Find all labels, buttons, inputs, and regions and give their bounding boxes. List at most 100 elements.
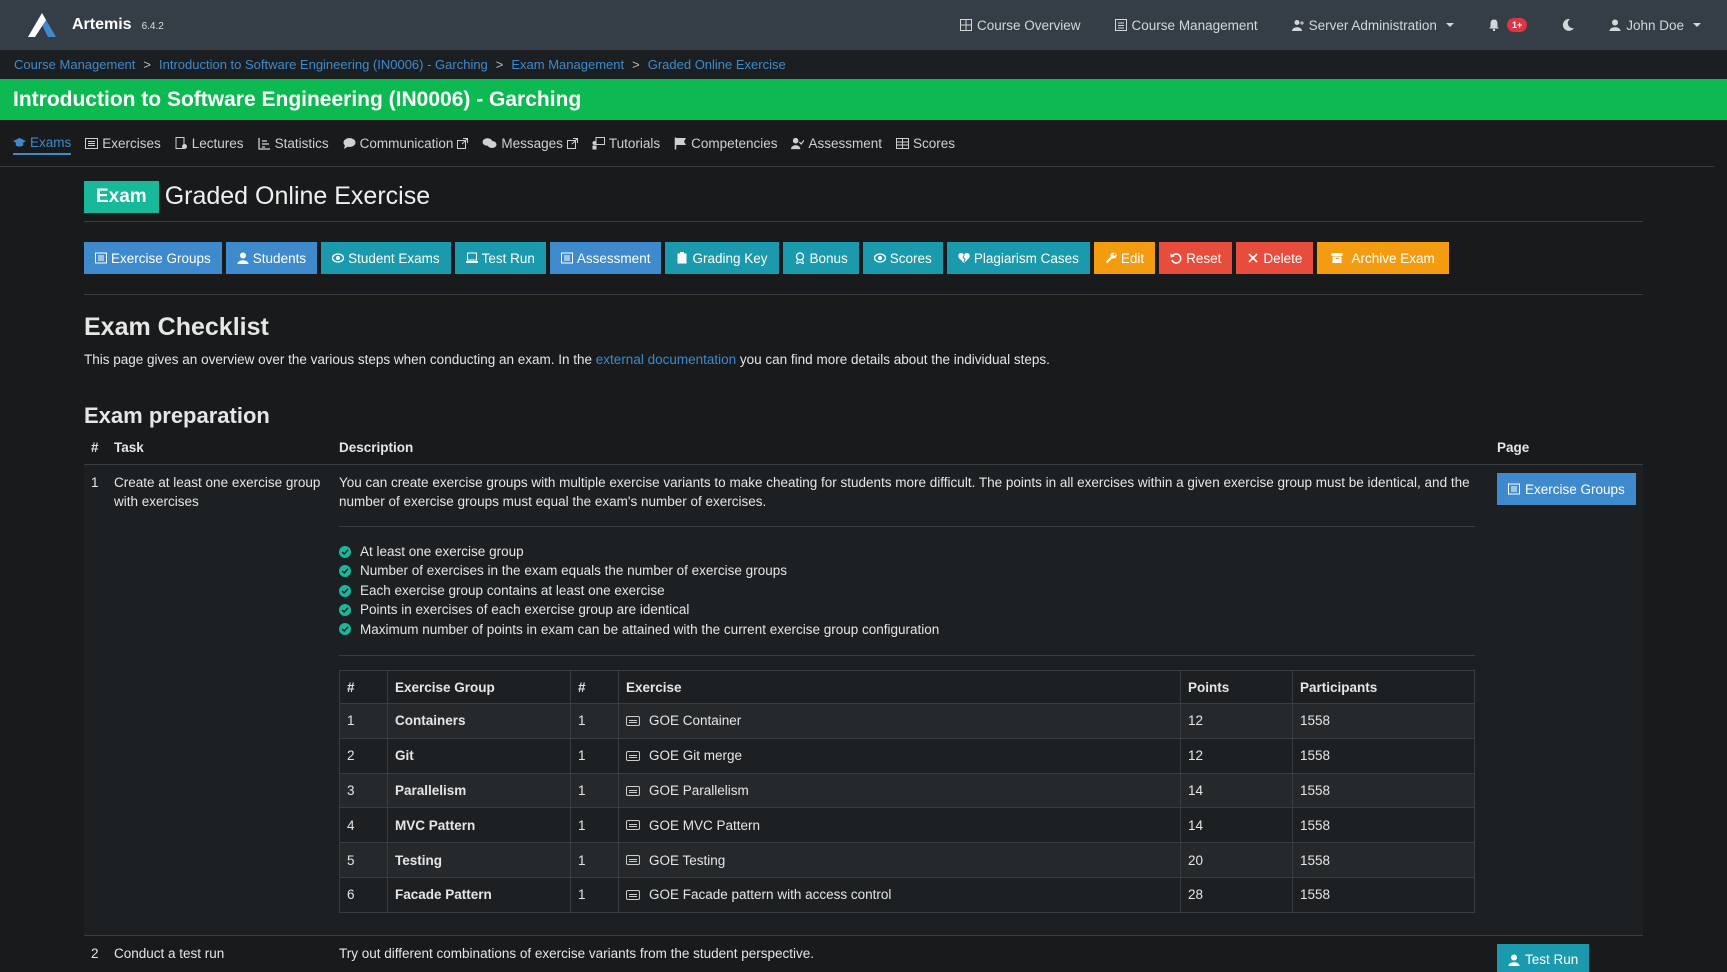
exercise-groups-table: # Exercise Group # Exercise Points Parti…	[339, 670, 1475, 913]
tab-competencies[interactable]: Competencies	[674, 131, 777, 155]
tab-assessment[interactable]: Assessment	[791, 131, 882, 155]
reset-button-label: Reset	[1186, 250, 1222, 266]
breadcrumb-separator: >	[632, 57, 640, 72]
scores-button-label: Scores	[889, 250, 932, 266]
delete-button-label: Delete	[1263, 250, 1303, 266]
task-name: Conduct a test run	[114, 945, 225, 961]
student-exams-button[interactable]: Student Exams	[321, 242, 451, 274]
tab-exams[interactable]: Exams	[13, 131, 72, 155]
heart-crack-icon	[958, 253, 970, 263]
test-run-page-button[interactable]: Test Run	[1497, 943, 1590, 972]
task-num: 1	[84, 464, 107, 936]
test-run-button-label: Test Run	[481, 250, 535, 266]
archive-icon	[1331, 253, 1343, 263]
group-name: Parallelism	[387, 772, 571, 809]
close-icon	[1248, 253, 1258, 263]
reset-button[interactable]: Reset	[1159, 242, 1233, 274]
assessment-button[interactable]: Assessment	[549, 242, 662, 274]
group-name: Facade Pattern	[387, 877, 571, 913]
exercise-cell: GOE Container	[618, 703, 1181, 739]
tab-messages[interactable]: Messages	[482, 131, 578, 155]
breadcrumb: Course Management > Introduction to Soft…	[0, 50, 1727, 79]
table-row: 1 Containers 1 GOE Container 12 1558	[339, 703, 1475, 739]
tab-lectures[interactable]: Lectures	[175, 131, 244, 155]
breadcrumb-separator: >	[495, 57, 504, 72]
scores-button[interactable]: Scores	[862, 242, 943, 274]
user-icon	[237, 252, 249, 264]
check-item-label: Number of exercises in the exam equals t…	[360, 563, 787, 579]
nav-server-administration[interactable]: Server Administration	[1291, 18, 1454, 33]
list-icon	[1114, 19, 1127, 31]
plagiarism-cases-button-label: Plagiarism Cases	[973, 250, 1079, 266]
breadcrumb-exam[interactable]: Graded Online Exercise	[648, 57, 786, 72]
tab-statistics-label: Statistics	[274, 135, 329, 151]
grading-key-button[interactable]: Grading Key	[665, 242, 779, 274]
grading-key-button-label: Grading Key	[692, 250, 768, 266]
group-name: Git	[387, 737, 571, 774]
group-name: Containers	[387, 703, 571, 739]
artemis-logo-icon	[28, 13, 56, 37]
brand-name: Artemis	[72, 16, 132, 33]
task-row: 2 Conduct a test run Try out different c…	[84, 935, 1643, 972]
nav-course-overview[interactable]: Course Overview	[960, 18, 1081, 33]
check-item: Maximum number of points in exam can be …	[339, 620, 1475, 639]
list-icon	[85, 137, 99, 149]
exercise-cell: GOE Git merge	[618, 737, 1181, 774]
course-tabs: Exams Exercises Lectures Statistics Comm…	[0, 120, 1714, 167]
tab-statistics[interactable]: Statistics	[257, 131, 329, 155]
tab-exercises-label: Exercises	[102, 135, 161, 151]
bonus-button[interactable]: Bonus	[782, 242, 859, 274]
chevron-down-icon	[1445, 23, 1454, 27]
check-item-label: Points in exercises of each exercise gro…	[360, 602, 690, 618]
brand[interactable]: Artemis 6.4.2	[26, 11, 164, 39]
checklist-intro-text-end: you can find more details about the indi…	[736, 352, 1050, 367]
keyboard-icon	[626, 820, 640, 831]
students-button[interactable]: Students	[225, 242, 318, 274]
exercise-participants: 1558	[1292, 772, 1475, 809]
task-description: Try out different combinations of exerci…	[339, 945, 814, 961]
external-documentation-link[interactable]: external documentation	[596, 352, 736, 367]
grid-icon	[960, 19, 973, 31]
bonus-button-label: Bonus	[809, 250, 848, 266]
breadcrumb-course[interactable]: Introduction to Software Engineering (IN…	[159, 57, 488, 72]
exercise-groups-page-button[interactable]: Exercise Groups	[1497, 473, 1636, 505]
exercise-num: 1	[570, 807, 619, 844]
check-circle-icon	[339, 603, 351, 616]
exercise-groups-button-label: Exercise Groups	[111, 250, 211, 266]
nav-course-management[interactable]: Course Management	[1114, 18, 1258, 33]
external-link-icon	[566, 137, 578, 149]
exercise-groups-page-button-label: Exercise Groups	[1525, 481, 1625, 497]
notifications-button[interactable]: 1+	[1488, 18, 1528, 32]
tab-tutorials[interactable]: Tutorials	[592, 131, 660, 155]
delete-button[interactable]: Delete	[1236, 242, 1314, 274]
bell-icon	[1488, 19, 1499, 31]
tab-scores-label: Scores	[913, 135, 956, 151]
keyboard-icon	[626, 785, 640, 796]
breadcrumb-course-management[interactable]: Course Management	[14, 57, 135, 72]
tab-communication[interactable]: Communication	[343, 131, 469, 155]
col-num-header: #	[84, 440, 107, 465]
check-item: Each exercise group contains at least on…	[339, 581, 1475, 600]
exercise-num: 1	[570, 737, 619, 774]
edit-button[interactable]: Edit	[1093, 242, 1156, 274]
archive-exam-button[interactable]: Archive Exam	[1317, 242, 1449, 274]
task-description: You can create exercise groups with mult…	[332, 464, 1490, 936]
exercise-cell: GOE Testing	[618, 842, 1181, 879]
theme-toggle[interactable]	[1561, 18, 1575, 32]
brand-version: 6.4.2	[141, 20, 164, 32]
user-menu[interactable]: John Doe	[1609, 18, 1701, 33]
exercise-title: GOE Facade pattern with access control	[649, 887, 892, 903]
exam-title: Graded Online Exercise	[164, 182, 431, 210]
plagiarism-cases-button[interactable]: Plagiarism Cases	[946, 242, 1090, 274]
exercise-groups-button[interactable]: Exercise Groups	[84, 242, 222, 274]
students-button-label: Students	[252, 250, 307, 266]
groups-col-points: Points	[1180, 670, 1293, 705]
undo-icon	[1170, 253, 1182, 264]
breadcrumb-exam-management[interactable]: Exam Management	[511, 57, 624, 72]
exercise-cell: GOE MVC Pattern	[618, 807, 1181, 844]
tab-scores[interactable]: Scores	[896, 131, 955, 155]
chart-icon	[257, 137, 270, 150]
tab-exercises[interactable]: Exercises	[85, 131, 161, 155]
test-run-button[interactable]: Test Run	[454, 242, 546, 274]
table-icon	[896, 137, 909, 149]
